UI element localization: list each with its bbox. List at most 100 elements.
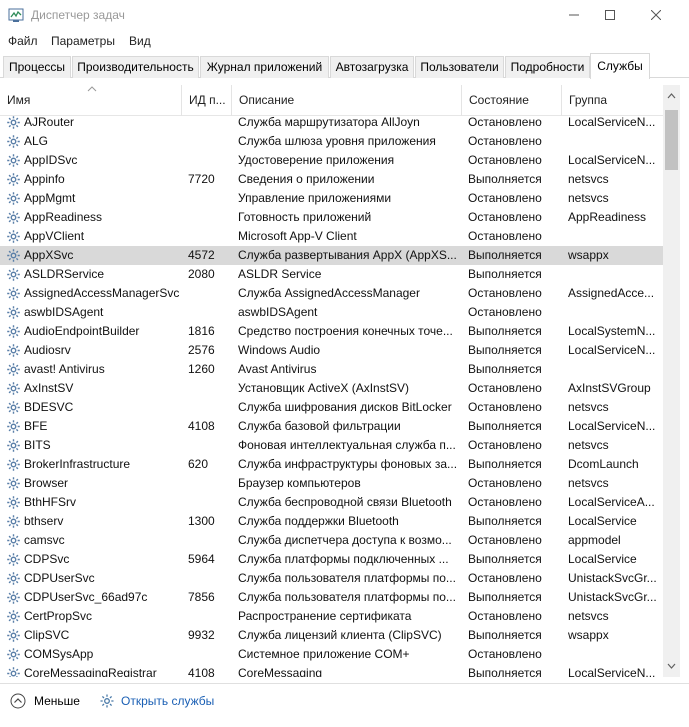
table-row[interactable]: BITS Фоновая интеллектуальная служба п...… xyxy=(0,436,663,455)
service-gear-icon xyxy=(6,533,21,548)
column-header-description[interactable]: Описание xyxy=(232,85,462,116)
table-row[interactable]: Audiosrv 2576 Windows Audio Выполняется Loca… xyxy=(0,341,663,360)
service-description-cell: Служба поддержки Bluetooth xyxy=(238,514,399,528)
service-group-cell: wsappx xyxy=(568,248,609,262)
service-status-cell: Выполняется xyxy=(468,172,542,186)
tab-users[interactable]: Пользователи xyxy=(415,56,504,78)
vertical-scrollbar[interactable] xyxy=(663,85,680,677)
service-name-cell: BITS xyxy=(24,438,51,452)
scroll-down-icon[interactable] xyxy=(667,663,676,669)
tab-performance[interactable]: Производительность xyxy=(72,56,199,78)
table-row[interactable]: ASLDRService 2080 ASLDR Service Выполняется xyxy=(0,265,663,284)
service-description-cell: Служба пользователя платформы по... xyxy=(238,571,456,585)
service-gear-icon xyxy=(6,134,21,149)
table-row[interactable]: AppIDSvc Удостоверение приложения Остановл… xyxy=(0,151,663,170)
service-description-cell: Удостоверение приложения xyxy=(238,153,395,167)
table-row[interactable]: camsvc Служба диспетчера доступа к возмо.… xyxy=(0,531,663,550)
service-name-cell: CDPUserSvc xyxy=(24,571,95,585)
close-button[interactable] xyxy=(633,0,679,30)
service-description-cell: Сведения о приложении xyxy=(238,172,375,186)
service-gear-icon xyxy=(6,457,21,472)
table-row[interactable]: AxInstSV Установщик ActiveX (AxInstSV) Ост… xyxy=(0,379,663,398)
menu-file[interactable]: Файл xyxy=(8,34,38,48)
service-status-cell: Остановлено xyxy=(468,476,542,490)
service-name-cell: BthHFSrv xyxy=(24,495,77,509)
table-row[interactable]: aswbIDSAgent aswbIDSAgent Остановлено xyxy=(0,303,663,322)
table-row[interactable]: ALG Служба шлюза уровня приложения Останов… xyxy=(0,132,663,151)
table-row[interactable]: AppMgmt Управление приложениями Остановлен… xyxy=(0,189,663,208)
service-name-cell: ClipSVC xyxy=(24,628,70,642)
service-description-cell: Служба развертывания AppX (AppXS... xyxy=(238,248,457,262)
table-row[interactable]: COMSysApp Системное приложение COM+ Остано… xyxy=(0,645,663,664)
service-gear-icon xyxy=(6,438,21,453)
table-row[interactable]: AppXSvc 4572 Служба развертывания AppX (Ap… xyxy=(0,246,663,265)
table-row[interactable]: ClipSVC 9932 Служба лицензий клиента (Clip… xyxy=(0,626,663,645)
service-gear-icon xyxy=(6,248,21,263)
tab-processes[interactable]: Процессы xyxy=(3,56,71,78)
service-gear-icon xyxy=(6,267,21,282)
tab-app-history[interactable]: Журнал приложений xyxy=(200,56,329,78)
service-description-cell: Avast Antivirus xyxy=(238,362,317,376)
service-pid-cell: 1300 xyxy=(188,514,215,528)
service-status-cell: Выполняется xyxy=(468,514,542,528)
table-row[interactable]: AppVClient Microsoft App-V Client Остановл… xyxy=(0,227,663,246)
table-row[interactable]: Appinfo 7720 Сведения о приложении Выполняе… xyxy=(0,170,663,189)
scrollbar-thumb[interactable] xyxy=(665,110,678,170)
table-row[interactable]: avast! Antivirus 1260 Avast Antivirus Выпол… xyxy=(0,360,663,379)
table-row[interactable]: CDPUserSvc Служба пользователя платформы … xyxy=(0,569,663,588)
column-header-name[interactable]: Имя xyxy=(0,85,182,116)
service-gear-icon xyxy=(6,647,21,662)
tab-startup[interactable]: Автозагрузка xyxy=(330,56,414,78)
service-description-cell: aswbIDSAgent xyxy=(238,305,318,319)
table-row[interactable]: AJRouter Служба маршрутизатора AllJoyn Ост… xyxy=(0,113,663,132)
service-gear-icon xyxy=(6,552,21,567)
maximize-button[interactable] xyxy=(587,0,633,30)
service-status-cell: Остановлено xyxy=(468,134,542,148)
column-header-pid[interactable]: ИД п... xyxy=(182,85,232,116)
table-header: Имя ИД п... Описание Состояние Группа xyxy=(0,85,663,116)
table-row[interactable]: BFE 4108 Служба базовой фильтрации Выполняе… xyxy=(0,417,663,436)
service-status-cell: Выполняется xyxy=(468,590,542,604)
table-row[interactable]: CDPUserSvc_66ad97c 7856 Служба пользовател… xyxy=(0,588,663,607)
service-group-cell: UnistackSvcGr... xyxy=(568,571,657,585)
service-description-cell: Windows Audio xyxy=(238,343,321,357)
service-status-cell: Остановлено xyxy=(468,647,542,661)
service-gear-icon xyxy=(6,628,21,643)
service-group-cell: LocalService xyxy=(568,514,637,528)
table-row[interactable]: BDESVC Служба шифрования дисков BitLocker… xyxy=(0,398,663,417)
menu-view[interactable]: Вид xyxy=(129,34,151,48)
window-title: Диспетчер задач xyxy=(31,8,125,22)
service-status-cell: Остановлено xyxy=(468,609,542,623)
fewer-details-button[interactable]: Меньше xyxy=(10,693,80,709)
table-row[interactable]: CoreMessagingRegistrar 4108 CoreMessaging В… xyxy=(0,664,663,677)
table-row[interactable]: AudioEndpointBuilder 1816 Средство построе… xyxy=(0,322,663,341)
service-status-cell: Остановлено xyxy=(468,229,542,243)
table-row[interactable]: CertPropSvc Распространение сертификата Ос… xyxy=(0,607,663,626)
tab-services[interactable]: Службы xyxy=(590,53,650,79)
service-group-cell: LocalService xyxy=(568,552,637,566)
service-status-cell: Выполняется xyxy=(468,267,542,281)
service-name-cell: avast! Antivirus xyxy=(24,362,105,376)
scroll-up-icon[interactable] xyxy=(667,93,676,99)
table-row[interactable]: AssignedAccessManagerSvc Служба AssignedA… xyxy=(0,284,663,303)
service-status-cell: Остановлено xyxy=(468,210,542,224)
table-row[interactable]: CDPSvc 5964 Служба платформы подключенных … xyxy=(0,550,663,569)
table-row[interactable]: Browser Браузер компьютеров Остановлено net… xyxy=(0,474,663,493)
task-manager-icon xyxy=(8,8,24,22)
service-group-cell: LocalSystemN... xyxy=(568,324,656,338)
column-header-status[interactable]: Состояние xyxy=(462,85,562,116)
table-row[interactable]: AppReadiness Готовность приложений Останов… xyxy=(0,208,663,227)
table-row[interactable]: BthHFSrv Служба беспроводной связи Blueto… xyxy=(0,493,663,512)
table-row[interactable]: bthserv 1300 Служба поддержки Bluetooth Вып… xyxy=(0,512,663,531)
fewer-details-label: Меньше xyxy=(34,694,80,708)
service-name-cell: ASLDRService xyxy=(24,267,105,281)
table-row[interactable]: BrokerInfrastructure 620 Служба инфраструк… xyxy=(0,455,663,474)
open-services-link[interactable]: Открыть службы xyxy=(99,693,214,709)
column-header-group[interactable]: Группа xyxy=(562,85,663,116)
service-description-cell: Служба маршрутизатора AllJoyn xyxy=(238,115,420,129)
service-group-cell: LocalServiceA... xyxy=(568,495,655,509)
service-gear-icon xyxy=(6,172,21,187)
service-gear-icon xyxy=(6,305,21,320)
tab-details[interactable]: Подробности xyxy=(505,56,590,78)
menu-options[interactable]: Параметры xyxy=(51,34,115,48)
